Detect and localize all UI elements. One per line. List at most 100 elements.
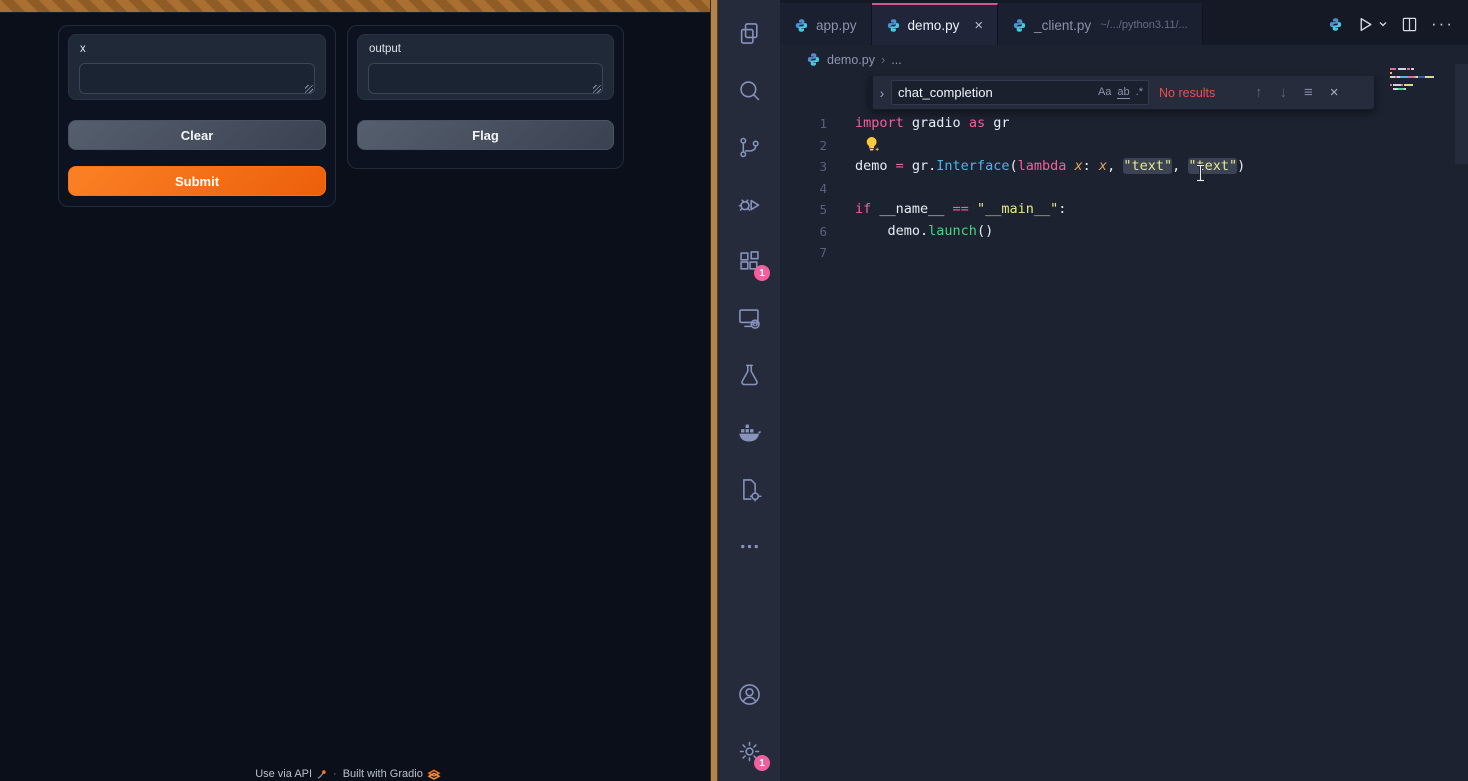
line-number: 4	[780, 178, 827, 200]
code-token	[969, 201, 977, 217]
line-number: 5	[780, 199, 827, 221]
minimap-slider[interactable]	[1455, 64, 1468, 164]
source-control-icon[interactable]	[727, 125, 771, 169]
find-nav: ↑ ↓ ≡ ×	[1255, 84, 1339, 101]
code-token: ,	[1107, 158, 1123, 174]
testing-icon[interactable]	[727, 353, 771, 397]
code-lines[interactable]: 1import gradio as gr23demo = gr.Interfac…	[780, 113, 1468, 264]
built-with-gradio-label: Built with Gradio	[343, 768, 423, 780]
run-button[interactable]	[1357, 16, 1388, 33]
input-textarea[interactable]	[79, 63, 315, 94]
explorer-icon[interactable]	[727, 11, 771, 55]
code-token: x	[1075, 158, 1083, 174]
code-token: ==	[953, 201, 969, 217]
window-divider[interactable]	[710, 0, 718, 781]
activity-bar: 1 1	[718, 0, 780, 781]
code-token: gr	[985, 115, 1009, 131]
breadcrumb-more[interactable]: ...	[891, 53, 901, 67]
more-actions-button[interactable]: ···	[1431, 14, 1454, 34]
find-previous-icon[interactable]: ↑	[1255, 84, 1263, 101]
output-textarea[interactable]	[368, 63, 603, 94]
find-options: Aa ab .*	[1098, 86, 1148, 99]
vscode-window: 1 1 app.py demo.py × _client.py ~/.../py	[718, 0, 1468, 781]
tab-app-py[interactable]: app.py	[780, 3, 872, 45]
line-number: 7	[780, 242, 827, 264]
code-token: x	[1099, 158, 1107, 174]
code-line[interactable]: 6 demo.launch()	[780, 221, 1468, 243]
breadcrumb[interactable]: demo.py › ...	[780, 45, 1468, 74]
remote-explorer-icon[interactable]	[727, 296, 771, 340]
python-icon	[1328, 17, 1343, 32]
code-token: lambda	[1018, 158, 1067, 174]
tab-demo-py[interactable]: demo.py ×	[872, 3, 999, 45]
code-token: demo.	[855, 223, 928, 239]
whole-word-icon[interactable]: ab	[1117, 86, 1129, 99]
editor-area: app.py demo.py × _client.py ~/.../python…	[780, 0, 1468, 781]
code-token: import	[855, 115, 904, 131]
code-token	[1066, 158, 1074, 174]
highlighted-token: "text"	[1188, 158, 1237, 174]
find-results-status: No results	[1159, 86, 1247, 100]
submit-button[interactable]: Submit	[68, 166, 326, 196]
minimap[interactable]	[1390, 68, 1448, 96]
code-token: )	[1237, 158, 1245, 174]
split-editor-button[interactable]	[1402, 17, 1417, 32]
find-toggle-replace-icon[interactable]: ›	[873, 76, 891, 109]
tab-label: demo.py	[908, 18, 960, 33]
more-views-icon[interactable]	[727, 524, 771, 568]
screen: x Clear Submit output Flag Use via API	[0, 0, 1468, 781]
input-label: x	[80, 43, 86, 55]
docker-icon[interactable]	[727, 410, 771, 454]
gradio-app-window: x Clear Submit output Flag Use via API	[0, 0, 710, 781]
code-line[interactable]: 3demo = gr.Interface(lambda x: x, "text"…	[780, 156, 1468, 178]
clear-button[interactable]: Clear	[68, 120, 326, 150]
code-token: (	[1009, 158, 1017, 174]
footer-separator: ·	[333, 768, 337, 780]
browser-loading-bar	[0, 0, 710, 13]
code-token: gradio	[904, 115, 969, 131]
code-token: :	[1058, 201, 1066, 217]
code-line[interactable]: 2	[780, 135, 1468, 157]
breadcrumb-file[interactable]: demo.py	[827, 53, 875, 67]
code-token: =	[896, 158, 904, 174]
tab-label: _client.py	[1034, 18, 1091, 33]
use-via-api-label: Use via API	[255, 768, 312, 780]
code-token: demo	[855, 158, 896, 174]
tab-label: app.py	[816, 18, 857, 33]
find-widget: › Aa ab .* No results ↑ ↓ ≡ ×	[869, 76, 1375, 110]
use-via-api-link[interactable]: Use via API	[255, 768, 327, 780]
activity-bar-top: 1	[727, 0, 771, 568]
search-icon[interactable]	[727, 68, 771, 112]
api-rocket-icon	[316, 769, 327, 780]
code-token: __name__	[871, 201, 952, 217]
tab-client-py[interactable]: _client.py ~/.../python3.11/...	[998, 3, 1203, 45]
gradio-output-column: output Flag	[347, 25, 624, 169]
code-line[interactable]: 5if __name__ == "__main__":	[780, 199, 1468, 221]
extensions-icon[interactable]: 1	[727, 239, 771, 283]
dev-tools-icon[interactable]	[727, 467, 771, 511]
find-input[interactable]	[892, 85, 1098, 100]
gradio-input-column: x Clear Submit	[58, 25, 336, 207]
run-dropdown-icon[interactable]	[1378, 19, 1388, 29]
settings-icon[interactable]: 1	[727, 729, 771, 773]
tab-close-icon[interactable]: ×	[974, 17, 983, 34]
match-case-icon[interactable]: Aa	[1098, 86, 1111, 99]
code-line[interactable]: 4	[780, 178, 1468, 200]
find-in-selection-icon[interactable]: ≡	[1304, 84, 1313, 101]
code-token: :	[1083, 158, 1099, 174]
find-close-icon[interactable]: ×	[1330, 84, 1339, 101]
badge: 1	[754, 265, 770, 281]
python-file-icon	[1012, 18, 1027, 33]
account-icon[interactable]	[727, 672, 771, 716]
line-number: 6	[780, 221, 827, 243]
breadcrumb-chevron-icon: ›	[881, 52, 885, 67]
code-action-lightbulb-icon[interactable]	[864, 136, 881, 153]
run-debug-icon[interactable]	[727, 182, 771, 226]
code-line[interactable]: 1import gradio as gr	[780, 113, 1468, 135]
code-token: Interface	[936, 158, 1009, 174]
flag-button[interactable]: Flag	[357, 120, 614, 150]
regex-icon[interactable]: .*	[1136, 86, 1143, 99]
find-next-icon[interactable]: ↓	[1280, 84, 1288, 101]
built-with-gradio-link[interactable]: Built with Gradio	[343, 768, 441, 780]
code-line[interactable]: 7	[780, 242, 1468, 264]
